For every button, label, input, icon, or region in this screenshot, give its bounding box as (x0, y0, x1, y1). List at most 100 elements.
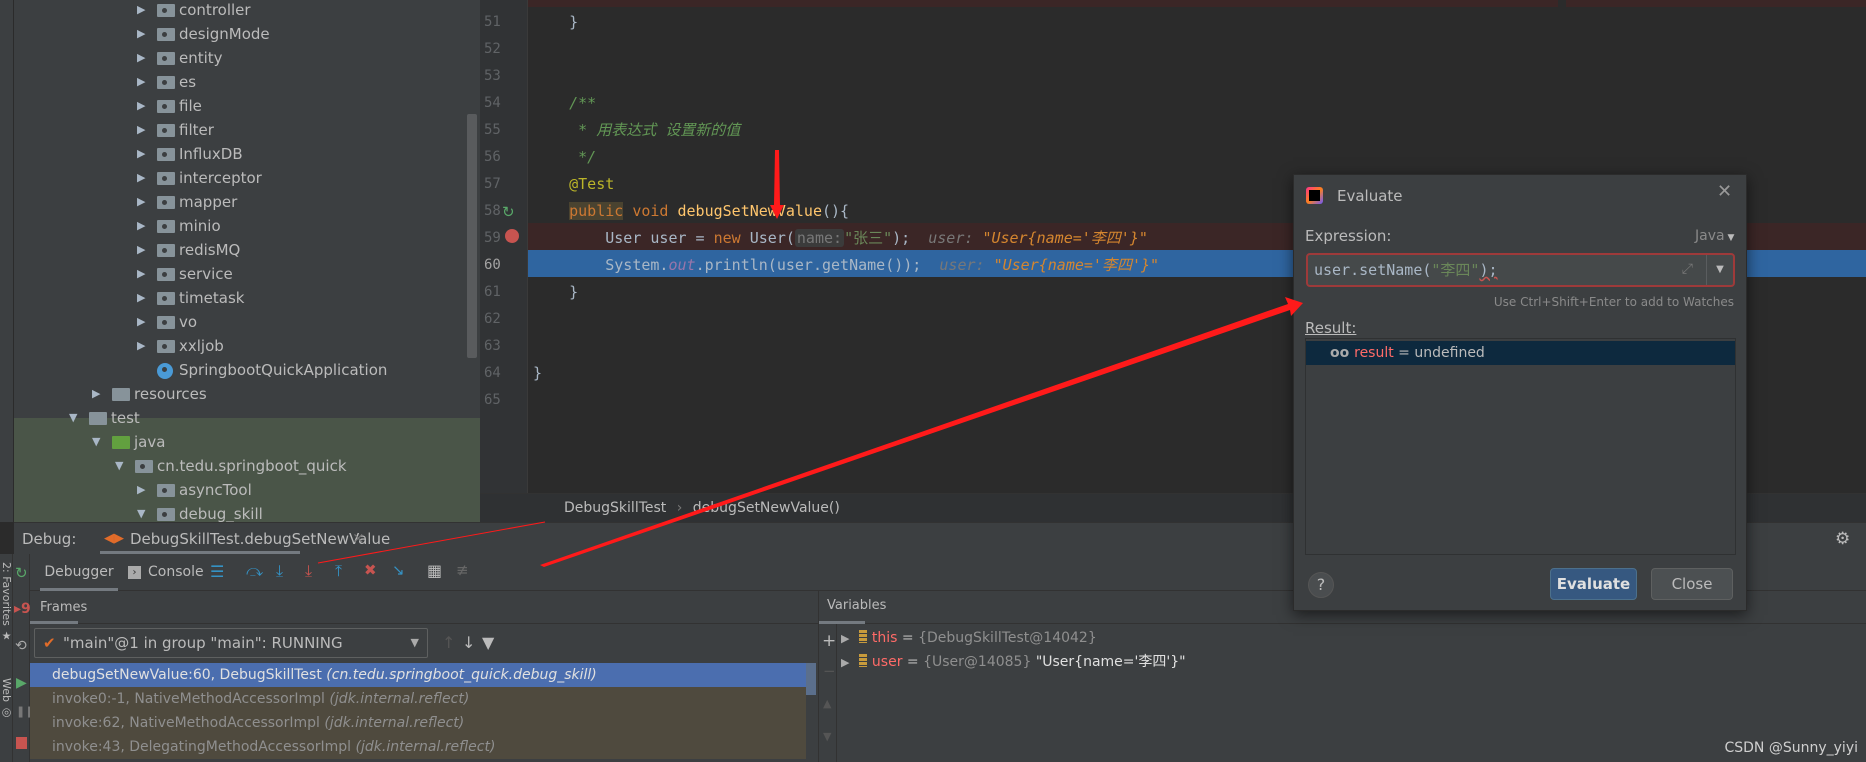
evaluate-button[interactable]: Evaluate (1550, 568, 1637, 600)
step-over-icon[interactable]: ⤼ (246, 563, 263, 579)
expand-arrow-icon[interactable]: ▶ (137, 286, 145, 310)
tree-item[interactable]: ▶ xxljob (0, 334, 466, 358)
restore-layout-icon[interactable]: ⟲ (15, 639, 27, 653)
expand-arrow-icon[interactable]: ▶ (137, 142, 145, 166)
force-step-into-icon[interactable]: ⤓ (305, 563, 312, 579)
expand-arrow-icon[interactable]: ▶ (137, 190, 145, 214)
expand-arrow-icon[interactable]: ▶ (137, 238, 145, 262)
tab-console[interactable]: › Console (128, 554, 204, 591)
close-tab-icon[interactable]: × (352, 529, 365, 547)
tree-item[interactable]: ▶ filter (0, 118, 466, 142)
expand-arrow-icon[interactable]: ▶ (137, 310, 145, 334)
tree-item[interactable]: ▼ cn.tedu.springboot_quick (0, 454, 466, 478)
gear-icon[interactable]: ⚙ (1835, 531, 1850, 548)
rerun-icon[interactable]: ↻ (15, 566, 28, 581)
line-number-gutter[interactable]: 51 52 53 54 55 56 57 58 59 60 61 62 63 64 65 (480, 0, 528, 493)
trace-stream-icon[interactable]: ≢ (456, 563, 469, 578)
variable-row[interactable]: ▶ user = {User@14085} "User{name='李四'}" (841, 650, 1841, 674)
run-gutter-icon[interactable]: ↻ (502, 203, 515, 221)
resume-icon[interactable]: ▶ (16, 676, 27, 690)
tree-scrollbar[interactable] (467, 114, 477, 358)
tree-item[interactable]: ▶ vo (0, 310, 466, 334)
filter-icon[interactable]: ▼ (482, 635, 494, 651)
tab-debugger[interactable]: Debugger (40, 554, 118, 591)
tree-item[interactable]: SpringbootQuickApplication (0, 358, 466, 382)
frame-row[interactable]: invoke:62, NativeMethodAccessorImpl (jdk… (30, 711, 806, 735)
tree-item[interactable]: ▶ minio (0, 214, 466, 238)
tree-item[interactable]: ▼ java (0, 430, 466, 454)
add-watch-icon[interactable]: + (822, 633, 836, 650)
move-down-icon[interactable]: ▼ (823, 731, 831, 742)
history-dropdown[interactable]: ▼ (1706, 255, 1733, 285)
collapse-arrow-icon[interactable]: ▼ (69, 406, 77, 430)
move-up-icon[interactable]: ▲ (823, 698, 831, 709)
debug-session-tab[interactable]: ◀▶ DebugSkillTest.debugSetNewValue × (100, 523, 390, 554)
expand-arrow-icon[interactable]: ▶ (137, 0, 145, 22)
run-to-cursor-icon[interactable]: ↘ (392, 563, 405, 578)
result-tree[interactable]: oo result = undefined (1305, 338, 1736, 555)
tree-item[interactable]: ▶ asyncTool (0, 478, 466, 502)
tab-variables[interactable]: Variables (819, 591, 886, 624)
step-out-icon[interactable]: ⤒ (335, 563, 342, 579)
tree-item[interactable]: ▶ mapper (0, 190, 466, 214)
thread-selector[interactable]: ✔ "main"@1 in group "main": RUNNING ▼ (34, 628, 428, 658)
frame-row[interactable]: invoke0:-1, NativeMethodAccessorImpl (jd… (30, 687, 806, 711)
tree-item[interactable]: ▶ entity (0, 46, 466, 70)
evaluate-expression-icon[interactable]: ▦ (427, 563, 442, 579)
step-into-icon[interactable]: ⤓ (276, 563, 283, 579)
collapse-arrow-icon[interactable]: ▼ (92, 430, 100, 454)
view-breakpoints-icon[interactable]: ▸9 (14, 602, 31, 616)
expand-arrow-icon[interactable]: ▶ (137, 478, 145, 502)
tree-item[interactable]: ▶ service (0, 262, 466, 286)
expand-arrow-icon[interactable]: ▶ (137, 166, 145, 190)
breakpoint-icon[interactable] (505, 229, 519, 243)
favorites-tool-window-button[interactable]: 2: Favorites ★ (0, 562, 13, 642)
tree-item-label: filter (179, 121, 214, 139)
expand-arrow-icon[interactable]: ▶ (137, 46, 145, 70)
expand-arrow-icon[interactable]: ▶ (137, 22, 145, 46)
frame-row[interactable]: invoke:43, DelegatingMethodAccessorImpl … (30, 735, 806, 759)
help-button[interactable]: ? (1308, 572, 1334, 598)
variable-row[interactable]: ▶ this = {DebugSkillTest@14042} (841, 626, 1841, 650)
expand-arrow-icon[interactable]: ▶ (137, 214, 145, 238)
tree-item[interactable]: ▶ resources (0, 382, 466, 406)
tree-item[interactable]: ▶ controller (0, 0, 466, 22)
expand-arrow-icon[interactable]: ▶ (92, 382, 100, 406)
tree-item[interactable]: ▼ test (0, 406, 466, 430)
tree-item[interactable]: ▶ es (0, 70, 466, 94)
expand-arrow-icon[interactable]: ▶ (137, 334, 145, 358)
expand-arrow-icon[interactable]: ▶ (137, 118, 145, 142)
web-tool-window-button[interactable]: Web ◎ (0, 678, 13, 718)
show-execution-point-icon[interactable]: ☰ (210, 564, 224, 580)
close-button[interactable]: Close (1651, 568, 1733, 600)
result-eq: = (1393, 345, 1415, 361)
frames-scrollbar[interactable] (806, 663, 816, 695)
expand-arrow-icon[interactable]: ▶ (137, 262, 145, 286)
stop-icon[interactable] (16, 737, 27, 749)
remove-watch-icon[interactable]: − (823, 664, 836, 679)
expand-arrow-icon[interactable]: ▶ (841, 656, 849, 669)
expand-arrow-icon[interactable]: ▶ (137, 94, 145, 118)
tab-frames[interactable]: Frames (30, 591, 87, 624)
collapse-arrow-icon[interactable]: ▼ (115, 454, 123, 478)
result-row[interactable]: oo result = undefined (1306, 341, 1735, 365)
expression-input[interactable]: user.setName("李四"); ⤢ ▼ (1306, 253, 1735, 287)
expand-icon[interactable]: ⤢ (1682, 261, 1693, 277)
tree-item[interactable]: ▶ redisMQ (0, 238, 466, 262)
tree-item[interactable]: ▶ InfluxDB (0, 142, 466, 166)
tree-item-label: xxljob (179, 337, 224, 355)
tree-item[interactable]: ▶ designMode (0, 22, 466, 46)
expand-arrow-icon[interactable]: ▶ (137, 70, 145, 94)
breadcrumb-method[interactable]: debugSetNewValue() (693, 500, 840, 516)
drop-frame-icon[interactable]: ✖ (364, 563, 377, 578)
close-icon[interactable]: ✕ (1717, 181, 1732, 202)
breadcrumb-class[interactable]: DebugSkillTest (564, 500, 666, 516)
frame-row[interactable]: debugSetNewValue:60, DebugSkillTest (cn.… (30, 663, 806, 687)
tree-item[interactable]: ▶ timetask (0, 286, 466, 310)
language-selector[interactable]: Java ▼ (1695, 228, 1734, 244)
arrow-up-icon[interactable]: ↑ (442, 635, 455, 651)
expand-arrow-icon[interactable]: ▶ (841, 632, 849, 645)
arrow-down-icon[interactable]: ↓ (462, 635, 475, 651)
tree-item[interactable]: ▶ interceptor (0, 166, 466, 190)
tree-item[interactable]: ▶ file (0, 94, 466, 118)
